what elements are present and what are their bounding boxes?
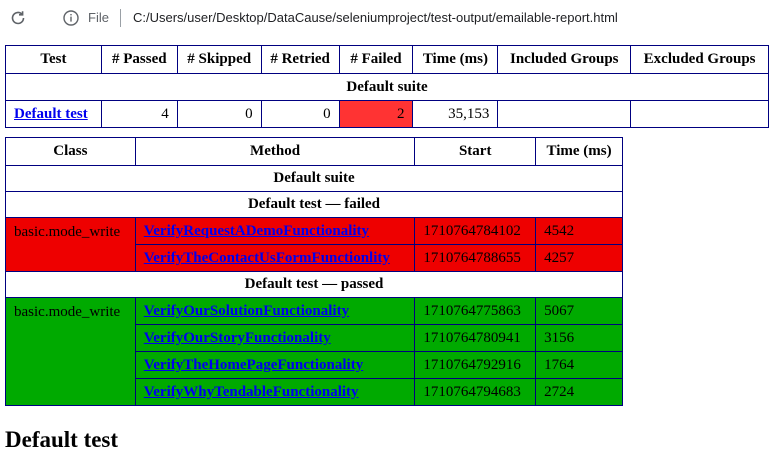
section-title: Default test — [5, 427, 119, 452]
summary-test-cell: Default test — [5, 100, 102, 128]
start-cell: 1710764794683 — [414, 378, 537, 406]
time-cell: 1764 — [535, 351, 623, 379]
method-link[interactable]: VerifyOurStoryFunctionality — [144, 330, 331, 346]
methods-header-method: Method — [134, 137, 416, 166]
passed-group-title: Default test — passed — [5, 271, 623, 298]
methods-table: Class Method Start Time (ms) Default sui… — [5, 137, 623, 406]
summary-test-row: Default test 4 0 0 2 35,153 — [5, 100, 769, 128]
summary-header-test: Test — [5, 45, 102, 74]
summary-included-groups — [497, 100, 632, 128]
summary-header-included-groups: Included Groups — [497, 45, 632, 74]
methods-suite-row: Default suite — [5, 165, 623, 192]
file-label: File — [88, 10, 109, 25]
passed-group-row: Default test — passed — [5, 271, 623, 298]
start-cell: 1710764775863 — [414, 297, 537, 325]
summary-header-retried: # Retried — [260, 45, 340, 74]
failed-class-name: basic.mode_write — [5, 217, 136, 272]
time-cell: 4257 — [535, 244, 623, 272]
method-cell: VerifyOurStoryFunctionality — [134, 324, 416, 352]
summary-header-time: Time (ms) — [412, 45, 499, 74]
summary-passed-count: 4 — [100, 100, 178, 128]
summary-table: Test # Passed # Skipped # Retried # Fail… — [5, 45, 769, 128]
info-icon[interactable] — [62, 9, 80, 27]
time-cell: 2724 — [535, 378, 623, 406]
summary-header-skipped: # Skipped — [176, 45, 262, 74]
start-cell: 1710764784102 — [414, 217, 537, 245]
summary-header-excluded-groups: Excluded Groups — [630, 45, 769, 74]
methods-header-row: Class Method Start Time (ms) — [5, 137, 623, 166]
method-cell: VerifyOurSolutionFunctionality — [134, 297, 416, 325]
time-cell: 5067 — [535, 297, 623, 325]
table-row: basic.mode_write VerifyOurSolutionFuncti… — [5, 297, 623, 406]
summary-header-failed: # Failed — [338, 45, 414, 74]
failed-group-title: Default test — failed — [5, 191, 623, 218]
summary-time: 35,153 — [412, 100, 499, 128]
methods-header-start: Start — [414, 137, 537, 166]
url-field[interactable]: C:/Users/user/Desktop/DataCause/selenium… — [133, 10, 618, 25]
method-cell: VerifyRequestADemoFunctionality — [134, 217, 416, 245]
summary-excluded-groups — [630, 100, 769, 128]
method-link[interactable]: VerifyRequestADemoFunctionality — [144, 223, 369, 239]
summary-header-passed: # Passed — [100, 45, 178, 74]
methods-suite-name: Default suite — [5, 165, 623, 192]
summary-failed-count: 2 — [338, 100, 414, 128]
method-link[interactable]: VerifyOurSolutionFunctionality — [144, 303, 349, 319]
method-link[interactable]: VerifyTheHomePageFunctionality — [144, 357, 363, 373]
summary-skipped-count: 0 — [176, 100, 262, 128]
passed-class-name: basic.mode_write — [5, 297, 136, 406]
address-separator — [120, 9, 121, 27]
method-cell: VerifyTheContactUsFormFunctionlity — [134, 244, 416, 272]
method-link[interactable]: VerifyWhyTendableFunctionality — [144, 384, 359, 400]
failed-group-row: Default test — failed — [5, 191, 623, 218]
methods-header-class: Class — [5, 137, 136, 166]
method-cell: VerifyWhyTendableFunctionality — [134, 378, 416, 406]
method-link[interactable]: VerifyTheContactUsFormFunctionlity — [144, 250, 390, 266]
time-cell: 4542 — [535, 217, 623, 245]
reload-icon[interactable] — [9, 9, 27, 27]
summary-header-row: Test # Passed # Skipped # Retried # Fail… — [5, 45, 769, 74]
summary-suite-row: Default suite — [5, 73, 769, 101]
method-cell: VerifyTheHomePageFunctionality — [134, 351, 416, 379]
table-row: basic.mode_write VerifyRequestADemoFunct… — [5, 217, 623, 272]
browser-address-bar: File C:/Users/user/Desktop/DataCause/sel… — [0, 0, 770, 36]
start-cell: 1710764780941 — [414, 324, 537, 352]
start-cell: 1710764788655 — [414, 244, 537, 272]
default-test-link[interactable]: Default test — [14, 106, 88, 122]
summary-retried-count: 0 — [260, 100, 340, 128]
start-cell: 1710764792916 — [414, 351, 537, 379]
methods-header-time: Time (ms) — [535, 137, 623, 166]
summary-suite-name: Default suite — [5, 73, 769, 101]
time-cell: 3156 — [535, 324, 623, 352]
